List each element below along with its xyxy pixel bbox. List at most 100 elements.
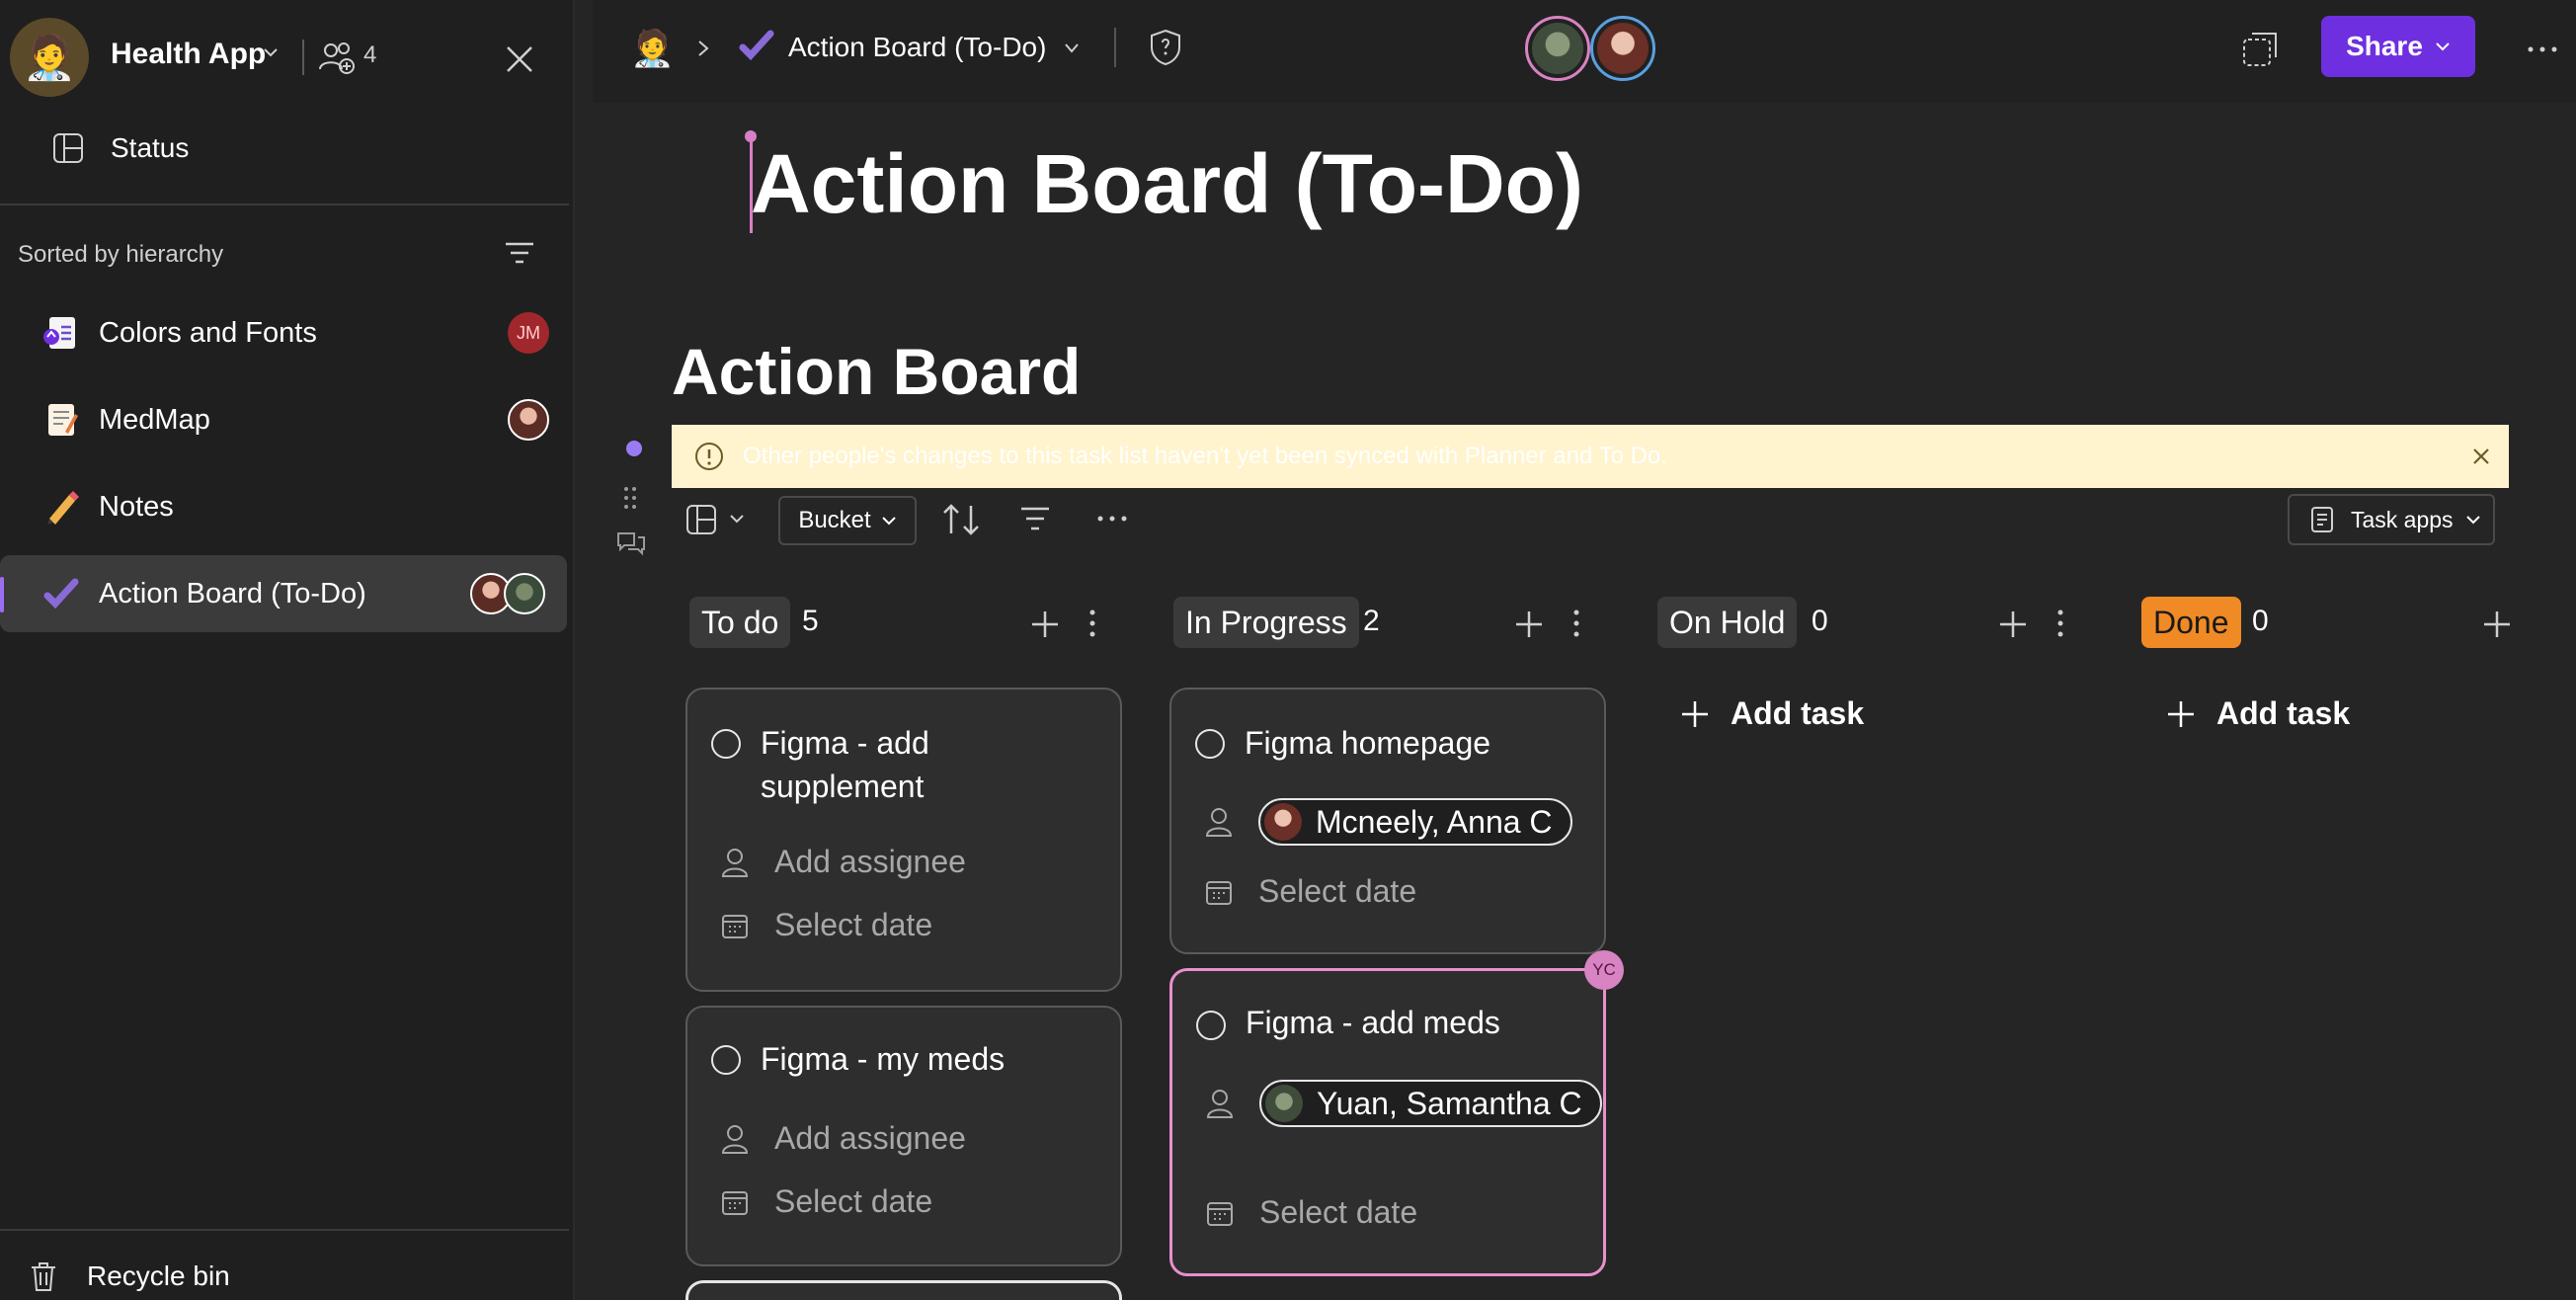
- task-title[interactable]: Figma homepage: [1245, 721, 1580, 765]
- workspace-avatar-small[interactable]: 🧑‍⚕️: [630, 28, 675, 69]
- more-icon[interactable]: [2523, 30, 2562, 69]
- task-complete-checkbox[interactable]: [711, 1045, 741, 1075]
- task-date-row[interactable]: Select date: [1204, 1194, 1417, 1231]
- chevron-down-icon: [2436, 42, 2450, 51]
- sync-warning-banner: Other people's changes to this task list…: [672, 425, 2509, 488]
- assignee-pill[interactable]: Mcneely, Anna C: [1258, 798, 1572, 846]
- assignee-name: Mcneely, Anna C: [1316, 803, 1553, 840]
- task-assignee-row[interactable]: Add assignee: [719, 1120, 966, 1157]
- close-icon[interactable]: [2469, 445, 2493, 468]
- task-title[interactable]: Figma - my meds: [761, 1037, 1096, 1081]
- assignee-pill[interactable]: Yuan, Samantha C: [1259, 1080, 1602, 1127]
- editor-badge: YC: [1584, 950, 1624, 990]
- divider: [302, 40, 304, 75]
- task-date-row[interactable]: Select date: [1203, 873, 1416, 910]
- task-assignee-row[interactable]: Add assignee: [719, 844, 966, 880]
- bucket-name[interactable]: To do: [689, 597, 791, 648]
- avatar: [504, 573, 545, 614]
- sort-icon[interactable]: [940, 500, 982, 539]
- workspace-avatar[interactable]: 🧑‍⚕️: [10, 18, 89, 97]
- task-card[interactable]: [685, 1280, 1122, 1300]
- task-assignee-row[interactable]: Yuan, Samantha C: [1204, 1080, 1602, 1127]
- trash-icon: [32, 1262, 55, 1291]
- sidebar: 🧑‍⚕️ Health App 4 Status Sorted by hiera…: [0, 0, 575, 1300]
- filter-icon[interactable]: [1019, 504, 1051, 533]
- shield-icon[interactable]: [1148, 28, 1183, 67]
- person-icon: [1205, 808, 1233, 837]
- comment-icon[interactable]: [614, 528, 646, 557]
- select-date-label: Select date: [1259, 1194, 1418, 1230]
- task-complete-checkbox[interactable]: [1195, 729, 1225, 759]
- person-icon: [721, 1124, 749, 1154]
- task-title[interactable]: Figma - add meds: [1246, 1001, 1581, 1044]
- filter-icon[interactable]: [500, 237, 539, 269]
- divider: [0, 203, 569, 205]
- copy-icon[interactable]: [2240, 30, 2280, 69]
- task-assignee-row[interactable]: Mcneely, Anna C: [1203, 798, 1572, 846]
- plus-icon: [1682, 700, 1708, 727]
- collaborator-avatar[interactable]: [1590, 16, 1655, 81]
- add-task-label: Add task: [1731, 695, 1865, 731]
- chevron-down-icon[interactable]: [262, 43, 280, 61]
- collaborator-avatar[interactable]: [1525, 16, 1590, 81]
- members-icon[interactable]: [318, 40, 358, 75]
- add-task-label: Add task: [2216, 695, 2351, 731]
- group-by-button[interactable]: Bucket: [778, 496, 917, 545]
- plus-icon[interactable]: [1029, 609, 1061, 640]
- close-icon[interactable]: [500, 40, 539, 79]
- breadcrumb-page-title[interactable]: Action Board (To-Do): [788, 32, 1046, 63]
- task-date-row[interactable]: Select date: [719, 907, 932, 943]
- avatar: [508, 399, 549, 441]
- board-heading[interactable]: Action Board: [672, 334, 1081, 409]
- recycle-bin-item[interactable]: Recycle bin: [26, 1259, 230, 1294]
- sidebar-item-medmap[interactable]: MedMap: [0, 381, 569, 458]
- workspace-name[interactable]: Health App: [111, 38, 266, 71]
- plus-icon[interactable]: [2481, 609, 2513, 640]
- board-view-icon[interactable]: [685, 502, 751, 537]
- status-item[interactable]: Status: [51, 128, 189, 168]
- status-label: Status: [111, 132, 190, 163]
- share-button[interactable]: Share: [2321, 16, 2475, 77]
- sidebar-item-action-board[interactable]: Action Board (To-Do): [0, 555, 567, 632]
- task-card[interactable]: Figma homepage Mcneely, Anna C Select da…: [1169, 688, 1606, 954]
- person-icon: [721, 848, 749, 877]
- sorted-label: Sorted by hierarchy: [18, 241, 224, 268]
- add-task-button[interactable]: Add task: [1679, 695, 1864, 732]
- select-date-label: Select date: [774, 1183, 933, 1219]
- board-toolbar: Bucket Task apps: [672, 492, 2509, 549]
- task-card[interactable]: Figma - my meds Add assignee Select date: [685, 1006, 1122, 1266]
- add-task-button[interactable]: Add task: [2165, 695, 2350, 732]
- bucket-name[interactable]: Done: [2141, 597, 2241, 648]
- calendar-icon: [1207, 1201, 1233, 1226]
- more-vertical-icon[interactable]: [1570, 609, 1582, 638]
- chevron-down-icon: [2465, 516, 2480, 525]
- task-date-row[interactable]: Select date: [719, 1183, 932, 1220]
- calendar-icon: [722, 914, 748, 938]
- task-complete-checkbox[interactable]: [1196, 1011, 1226, 1040]
- more-icon[interactable]: [1094, 504, 1130, 533]
- task-card[interactable]: Figma - add supplement Add assignee Sele…: [685, 688, 1122, 992]
- task-title[interactable]: Figma - add supplement: [761, 721, 1096, 808]
- task-card[interactable]: Figma - add meds Yuan, Samantha C Select…: [1169, 968, 1606, 1276]
- more-vertical-icon[interactable]: [1087, 609, 1098, 638]
- sidebar-item-label: Colors and Fonts: [99, 316, 317, 349]
- add-assignee-label: Add assignee: [774, 1120, 966, 1156]
- user-badge: JM: [508, 312, 549, 354]
- task-list-icon: [2311, 507, 2333, 532]
- divider: [1114, 28, 1116, 67]
- more-vertical-icon[interactable]: [2054, 609, 2066, 638]
- page-title[interactable]: Action Board (To-Do): [751, 136, 1583, 232]
- chevron-down-icon[interactable]: [1063, 41, 1081, 55]
- task-complete-checkbox[interactable]: [711, 729, 741, 759]
- sidebar-item-notes[interactable]: Notes: [0, 468, 569, 545]
- top-bar: 🧑‍⚕️ Action Board (To-Do) Share: [593, 0, 2576, 103]
- bucket-count: 5: [802, 605, 819, 637]
- plus-icon[interactable]: [1997, 609, 2029, 640]
- drag-handle-icon[interactable]: [620, 484, 640, 512]
- bucket-name[interactable]: In Progress: [1173, 597, 1359, 648]
- bucket-name[interactable]: On Hold: [1657, 597, 1798, 648]
- task-apps-button[interactable]: Task apps: [2288, 494, 2495, 545]
- sidebar-item-colors-and-fonts[interactable]: Colors and Fonts JM: [0, 294, 569, 371]
- plus-icon[interactable]: [1513, 609, 1545, 640]
- info-icon: [695, 443, 723, 470]
